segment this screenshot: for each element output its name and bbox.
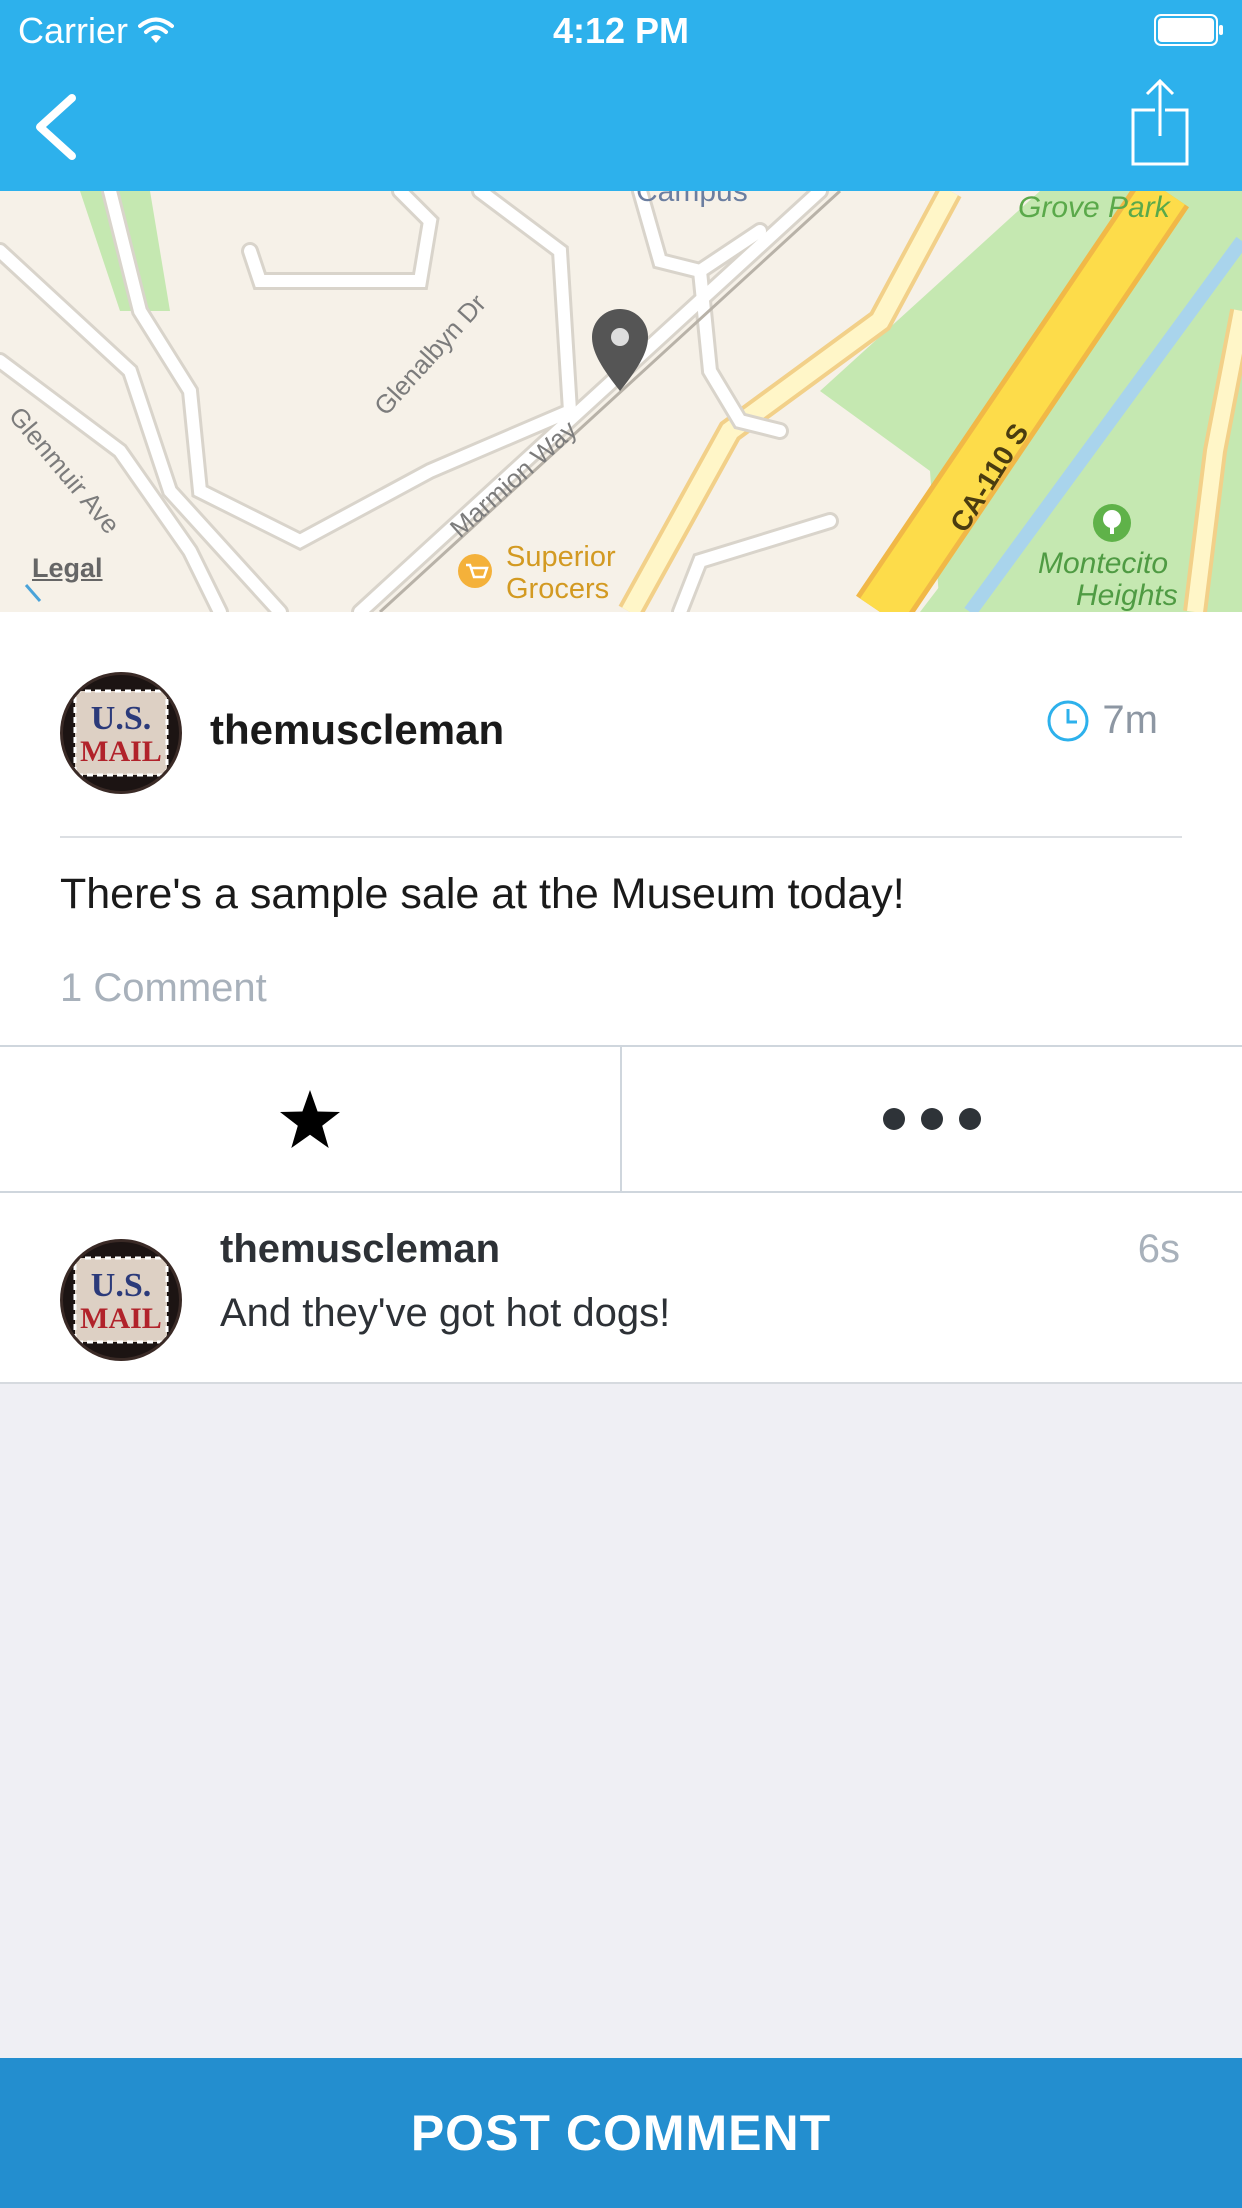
map-label-grove-park: Grove Park [1018, 191, 1170, 224]
status-bar: Carrier 4:12 PM [0, 0, 1242, 60]
map-label-montecito: Montecito [1038, 547, 1169, 580]
post-divider [60, 836, 1182, 838]
share-icon[interactable] [1130, 78, 1190, 168]
action-bar [0, 1045, 1242, 1193]
star-icon [280, 1090, 340, 1148]
map-label-superior: Superior [506, 541, 616, 573]
comment-count[interactable]: 1 Comment [60, 966, 267, 1011]
map-legal-link[interactable]: Legal [32, 553, 103, 584]
chevron-left-icon[interactable] [28, 92, 88, 162]
list-item: U.S. MAIL themuscleman And they've got h… [0, 1193, 1242, 1384]
post-card: U.S. MAIL themuscleman 7m There's a samp… [0, 612, 1242, 1045]
status-time: 4:12 PM [552, 10, 690, 51]
comment-text: And they've got hot dogs! [220, 1291, 671, 1335]
post-body: There's a sample sale at the Museum toda… [60, 870, 905, 918]
post-timestamp: 7m [1046, 698, 1158, 743]
svg-text:MAIL: MAIL [80, 735, 162, 768]
map-label-grocers: Grocers [506, 573, 610, 605]
post-time-label: 7m [1102, 698, 1158, 742]
navigation-bar: Carrier 4:12 PM [0, 0, 1242, 191]
map-label-heights: Heights [1076, 579, 1178, 612]
more-button[interactable] [620, 1047, 1242, 1191]
map-label-campus: Campus [636, 191, 748, 208]
svg-text:MAIL: MAIL [80, 1302, 162, 1335]
battery-icon [1154, 14, 1223, 46]
avatar[interactable]: U.S. MAIL [60, 672, 182, 794]
post-comment-button[interactable]: POST COMMENT [0, 2058, 1242, 2208]
comment-timestamp: 6s [1137, 1227, 1180, 1271]
svg-text:U.S.: U.S. [91, 700, 151, 737]
location-map[interactable]: Campus Grove Park Glenalbyn Dr Marmion W… [0, 191, 1242, 612]
favorite-button[interactable] [0, 1047, 620, 1191]
clock-icon [1047, 700, 1089, 741]
comment-username[interactable]: themuscleman [220, 1227, 500, 1272]
more-icon [883, 1108, 981, 1130]
avatar[interactable]: U.S. MAIL [60, 1239, 182, 1361]
post-username[interactable]: themuscleman [210, 706, 504, 754]
svg-text:U.S.: U.S. [91, 1267, 151, 1304]
